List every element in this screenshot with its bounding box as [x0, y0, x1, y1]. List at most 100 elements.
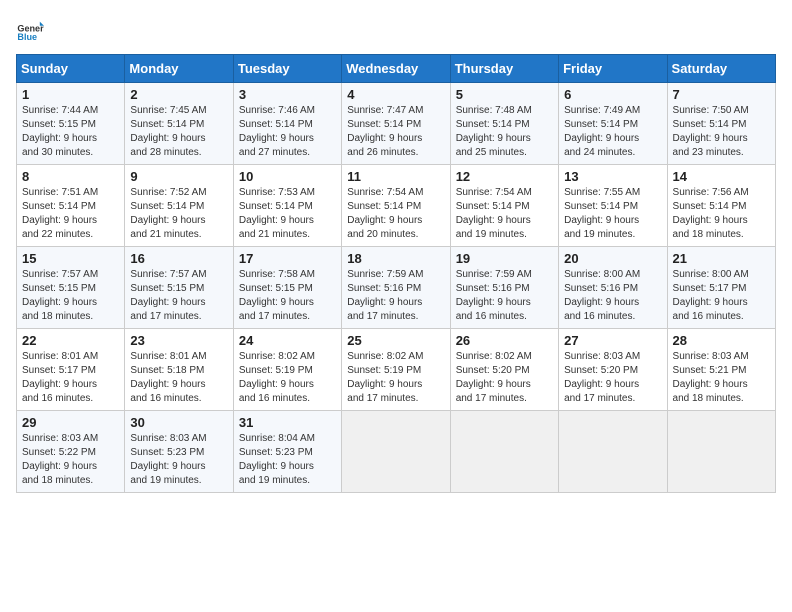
calendar-week-row: 29Sunrise: 8:03 AMSunset: 5:22 PMDayligh…: [17, 411, 776, 493]
day-number: 10: [239, 169, 336, 184]
day-info: Sunrise: 8:04 AMSunset: 5:23 PMDaylight:…: [239, 432, 336, 488]
day-number: 16: [130, 251, 227, 266]
day-number: 19: [456, 251, 553, 266]
calendar-cell: 24 Sunrise: 8:02 AMSunset: 5:19 PMDayligh…: [233, 329, 341, 411]
day-info: Sunrise: 8:02 AMSunset: 5:20 PMDaylight:…: [456, 350, 553, 406]
logo: General Blue: [16, 16, 48, 44]
day-number: 29: [22, 415, 119, 430]
day-number: 3: [239, 87, 336, 102]
logo-icon: General Blue: [16, 16, 44, 44]
day-number: 6: [564, 87, 661, 102]
calendar-cell: 14 Sunrise: 7:56 AMSunset: 5:14 PMDayligh…: [667, 165, 775, 247]
calendar-week-row: 22 Sunrise: 8:01 AMSunset: 5:17 PMDayligh…: [17, 329, 776, 411]
calendar-cell: 12 Sunrise: 7:54 AMSunset: 5:14 PMDayligh…: [450, 165, 558, 247]
day-info: Sunrise: 7:59 AMSunset: 5:16 PMDaylight:…: [347, 268, 444, 324]
day-info: Sunrise: 8:00 AMSunset: 5:16 PMDaylight:…: [564, 268, 661, 324]
day-info: Sunrise: 7:47 AMSunset: 5:14 PMDaylight:…: [347, 104, 444, 160]
dow-header-monday: Monday: [125, 55, 233, 83]
day-number: 25: [347, 333, 444, 348]
day-info: Sunrise: 7:50 AMSunset: 5:14 PMDaylight:…: [673, 104, 770, 160]
calendar-cell: 13 Sunrise: 7:55 AMSunset: 5:14 PMDayligh…: [559, 165, 667, 247]
day-number: 20: [564, 251, 661, 266]
day-info: Sunrise: 8:03 AMSunset: 5:20 PMDaylight:…: [564, 350, 661, 406]
day-info: Sunrise: 7:57 AMSunset: 5:15 PMDaylight:…: [22, 268, 119, 324]
day-info: Sunrise: 8:00 AMSunset: 5:17 PMDaylight:…: [673, 268, 770, 324]
page-header: General Blue: [16, 16, 776, 44]
day-info: Sunrise: 7:56 AMSunset: 5:14 PMDaylight:…: [673, 186, 770, 242]
calendar-cell: 1Sunrise: 7:44 AMSunset: 5:15 PMDaylight…: [17, 83, 125, 165]
calendar-cell: 21 Sunrise: 8:00 AMSunset: 5:17 PMDayligh…: [667, 247, 775, 329]
calendar-cell: 19 Sunrise: 7:59 AMSunset: 5:16 PMDayligh…: [450, 247, 558, 329]
day-number: 31: [239, 415, 336, 430]
calendar-cell: 8 Sunrise: 7:51 AMSunset: 5:14 PMDaylight…: [17, 165, 125, 247]
day-number: 21: [673, 251, 770, 266]
day-number: 4: [347, 87, 444, 102]
calendar-cell: 17 Sunrise: 7:58 AMSunset: 5:15 PMDayligh…: [233, 247, 341, 329]
day-number: 28: [673, 333, 770, 348]
day-number: 7: [673, 87, 770, 102]
day-info: Sunrise: 7:53 AMSunset: 5:14 PMDaylight:…: [239, 186, 336, 242]
day-info: Sunrise: 7:57 AMSunset: 5:15 PMDaylight:…: [130, 268, 227, 324]
day-info: Sunrise: 7:46 AMSunset: 5:14 PMDaylight:…: [239, 104, 336, 160]
day-number: 30: [130, 415, 227, 430]
calendar-cell: [450, 411, 558, 493]
day-info: Sunrise: 7:59 AMSunset: 5:16 PMDaylight:…: [456, 268, 553, 324]
day-info: Sunrise: 8:01 AMSunset: 5:18 PMDaylight:…: [130, 350, 227, 406]
day-number: 24: [239, 333, 336, 348]
day-number: 27: [564, 333, 661, 348]
day-info: Sunrise: 7:49 AMSunset: 5:14 PMDaylight:…: [564, 104, 661, 160]
day-info: Sunrise: 8:03 AMSunset: 5:23 PMDaylight:…: [130, 432, 227, 488]
day-number: 8: [22, 169, 119, 184]
calendar-cell: 10 Sunrise: 7:53 AMSunset: 5:14 PMDayligh…: [233, 165, 341, 247]
dow-header-tuesday: Tuesday: [233, 55, 341, 83]
dow-header-wednesday: Wednesday: [342, 55, 450, 83]
day-info: Sunrise: 8:02 AMSunset: 5:19 PMDaylight:…: [347, 350, 444, 406]
day-number: 9: [130, 169, 227, 184]
calendar-week-row: 15Sunrise: 7:57 AMSunset: 5:15 PMDayligh…: [17, 247, 776, 329]
calendar-cell: 23 Sunrise: 8:01 AMSunset: 5:18 PMDayligh…: [125, 329, 233, 411]
dow-header-sunday: Sunday: [17, 55, 125, 83]
day-info: Sunrise: 8:02 AMSunset: 5:19 PMDaylight:…: [239, 350, 336, 406]
calendar-cell: 4 Sunrise: 7:47 AMSunset: 5:14 PMDaylight…: [342, 83, 450, 165]
day-info: Sunrise: 7:51 AMSunset: 5:14 PMDaylight:…: [22, 186, 119, 242]
calendar-cell: 5Sunrise: 7:48 AMSunset: 5:14 PMDaylight…: [450, 83, 558, 165]
day-info: Sunrise: 8:01 AMSunset: 5:17 PMDaylight:…: [22, 350, 119, 406]
dow-header-thursday: Thursday: [450, 55, 558, 83]
day-info: Sunrise: 7:54 AMSunset: 5:14 PMDaylight:…: [347, 186, 444, 242]
day-number: 23: [130, 333, 227, 348]
calendar-cell: 29Sunrise: 8:03 AMSunset: 5:22 PMDayligh…: [17, 411, 125, 493]
day-info: Sunrise: 7:45 AMSunset: 5:14 PMDaylight:…: [130, 104, 227, 160]
day-number: 13: [564, 169, 661, 184]
calendar-cell: 2Sunrise: 7:45 AMSunset: 5:14 PMDaylight…: [125, 83, 233, 165]
day-info: Sunrise: 7:55 AMSunset: 5:14 PMDaylight:…: [564, 186, 661, 242]
calendar-cell: [559, 411, 667, 493]
calendar-cell: 9Sunrise: 7:52 AMSunset: 5:14 PMDaylight…: [125, 165, 233, 247]
day-info: Sunrise: 7:48 AMSunset: 5:14 PMDaylight:…: [456, 104, 553, 160]
day-info: Sunrise: 7:58 AMSunset: 5:15 PMDaylight:…: [239, 268, 336, 324]
calendar-cell: 31 Sunrise: 8:04 AMSunset: 5:23 PMDayligh…: [233, 411, 341, 493]
svg-text:Blue: Blue: [17, 32, 37, 42]
dow-header-friday: Friday: [559, 55, 667, 83]
day-number: 12: [456, 169, 553, 184]
dow-header-saturday: Saturday: [667, 55, 775, 83]
calendar-cell: 6 Sunrise: 7:49 AMSunset: 5:14 PMDaylight…: [559, 83, 667, 165]
calendar-cell: 26Sunrise: 8:02 AMSunset: 5:20 PMDayligh…: [450, 329, 558, 411]
day-number: 14: [673, 169, 770, 184]
calendar-cell: 7 Sunrise: 7:50 AMSunset: 5:14 PMDaylight…: [667, 83, 775, 165]
day-of-week-header-row: SundayMondayTuesdayWednesdayThursdayFrid…: [17, 55, 776, 83]
calendar-table: SundayMondayTuesdayWednesdayThursdayFrid…: [16, 54, 776, 493]
calendar-cell: 27 Sunrise: 8:03 AMSunset: 5:20 PMDayligh…: [559, 329, 667, 411]
calendar-cell: [342, 411, 450, 493]
calendar-cell: 20 Sunrise: 8:00 AMSunset: 5:16 PMDayligh…: [559, 247, 667, 329]
calendar-cell: 11Sunrise: 7:54 AMSunset: 5:14 PMDayligh…: [342, 165, 450, 247]
day-number: 22: [22, 333, 119, 348]
day-number: 17: [239, 251, 336, 266]
calendar-week-row: 8 Sunrise: 7:51 AMSunset: 5:14 PMDaylight…: [17, 165, 776, 247]
day-info: Sunrise: 8:03 AMSunset: 5:21 PMDaylight:…: [673, 350, 770, 406]
calendar-cell: 30 Sunrise: 8:03 AMSunset: 5:23 PMDayligh…: [125, 411, 233, 493]
calendar-cell: 28 Sunrise: 8:03 AMSunset: 5:21 PMDayligh…: [667, 329, 775, 411]
calendar-body: 1Sunrise: 7:44 AMSunset: 5:15 PMDaylight…: [17, 83, 776, 493]
calendar-cell: 3 Sunrise: 7:46 AMSunset: 5:14 PMDaylight…: [233, 83, 341, 165]
calendar-cell: 18Sunrise: 7:59 AMSunset: 5:16 PMDayligh…: [342, 247, 450, 329]
day-info: Sunrise: 7:54 AMSunset: 5:14 PMDaylight:…: [456, 186, 553, 242]
